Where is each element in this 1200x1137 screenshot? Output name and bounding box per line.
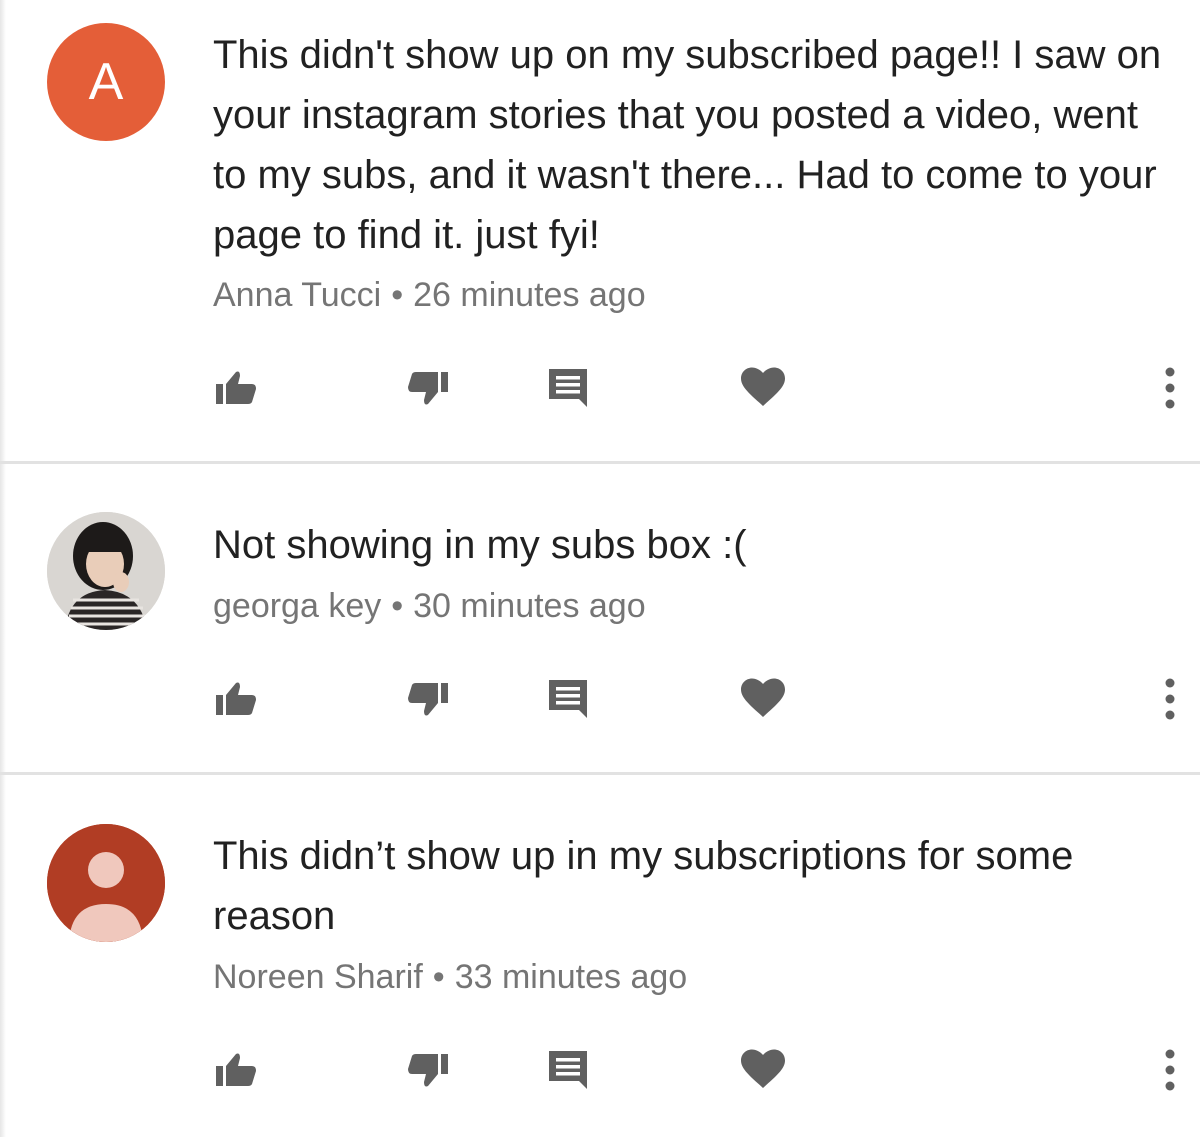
heart-icon[interactable] <box>733 358 793 418</box>
avatar-photo <box>47 512 165 630</box>
reply-icon[interactable] <box>538 358 598 418</box>
avatar-letter: A <box>88 53 124 111</box>
thumbs-down-icon[interactable] <box>398 669 458 729</box>
comment-meta: Anna Tucci • 26 minutes ago <box>213 275 646 315</box>
comment-text: This didn’t show up in my subscriptions … <box>213 834 1074 938</box>
comment-time: 33 minutes ago <box>454 958 688 996</box>
reply-icon[interactable] <box>538 1040 598 1100</box>
heart-icon[interactable] <box>733 669 793 729</box>
thumbs-up-icon[interactable] <box>206 1040 266 1100</box>
author-name[interactable]: Noreen Sharif <box>213 958 423 996</box>
thumbs-up-icon[interactable] <box>206 669 266 729</box>
divider <box>0 772 1200 775</box>
meta-separator: • <box>391 276 404 314</box>
meta-separator: • <box>432 958 445 996</box>
more-vert-icon[interactable] <box>1140 669 1200 729</box>
thumbs-up-icon[interactable] <box>206 358 266 418</box>
reply-icon[interactable] <box>538 669 598 729</box>
left-edge-shadow <box>0 0 6 1137</box>
comment-text: Not showing in my subs box :( <box>213 523 747 567</box>
avatar[interactable] <box>47 824 165 942</box>
thumbs-down-icon[interactable] <box>398 1040 458 1100</box>
comment-actions <box>0 1040 1200 1100</box>
more-vert-icon[interactable] <box>1140 1040 1200 1100</box>
comment-actions <box>0 669 1200 729</box>
comment-meta: Noreen Sharif • 33 minutes ago <box>213 957 687 997</box>
author-name[interactable]: georga key <box>213 587 381 625</box>
thumbs-down-icon[interactable] <box>398 358 458 418</box>
more-vert-icon[interactable] <box>1140 358 1200 418</box>
comment-meta: georga key • 30 minutes ago <box>213 586 646 626</box>
avatar[interactable]: A <box>47 23 165 141</box>
author-name[interactable]: Anna Tucci <box>213 276 381 314</box>
comment-time: 26 minutes ago <box>413 276 646 314</box>
divider <box>0 461 1200 464</box>
heart-icon[interactable] <box>733 1040 793 1100</box>
comment-time: 30 minutes ago <box>413 587 646 625</box>
meta-separator: • <box>391 587 404 625</box>
avatar[interactable] <box>47 512 165 630</box>
default-person-icon <box>47 824 165 942</box>
comment-text: This didn't show up on my subscribed pag… <box>213 33 1162 257</box>
comment-actions <box>0 358 1200 418</box>
